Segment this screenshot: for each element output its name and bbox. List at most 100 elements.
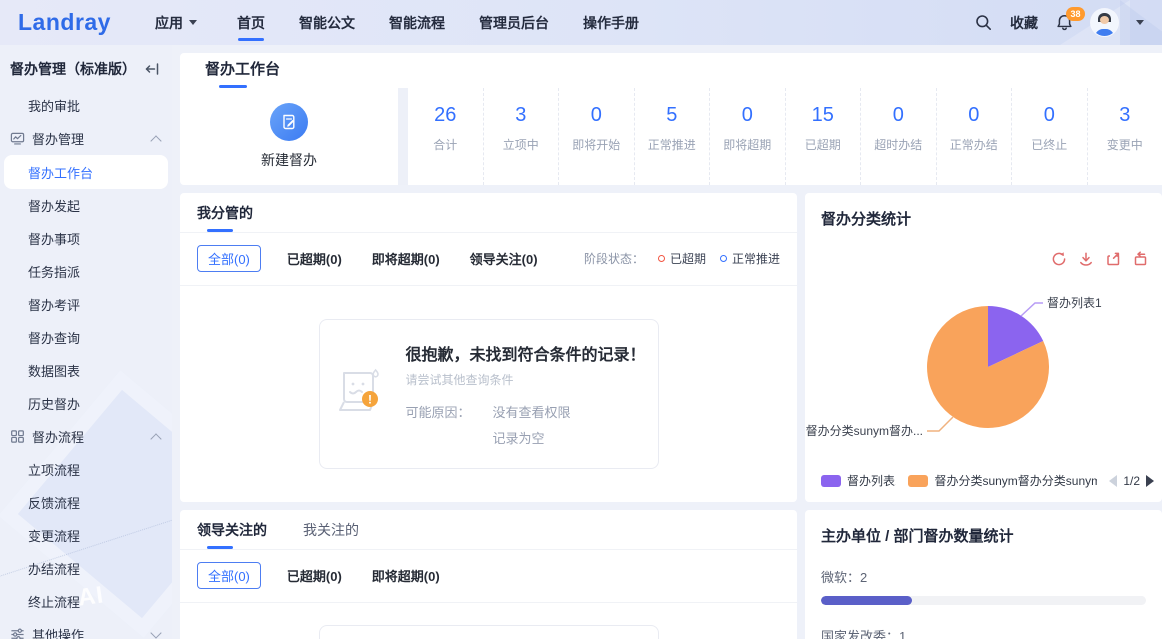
category-stats-card: 督办分类统计 <box>805 193 1162 502</box>
pager-prev-icon[interactable] <box>1109 475 1117 487</box>
my-managed-card: 我分管的 全部(0) 已超期(0) 即将超期(0) 领导关注(0) 阶段状态： … <box>180 193 797 502</box>
stat-label: 正常推进 <box>635 136 710 153</box>
nav-item-admin-console[interactable]: 管理员后台 <box>479 0 549 45</box>
svg-text:!: ! <box>368 393 372 407</box>
sidebar-item-supervision-workbench[interactable]: 督办工作台 <box>4 155 168 189</box>
org-stats-title: 主办单位 / 部门督办数量统计 <box>821 510 1146 546</box>
legend-label: 督办分类sunym督办分类sunym督办分类sunym <box>934 472 1097 489</box>
caret-down-icon[interactable] <box>1136 20 1144 25</box>
sidebar-item-data-charts[interactable]: 数据图表 <box>0 354 172 387</box>
stat-initiating[interactable]: 3立项中 <box>483 88 559 185</box>
stat-label: 变更中 <box>1088 136 1162 153</box>
notification-badge: 38 <box>1066 7 1085 21</box>
stat-late-finished[interactable]: 0超时办结 <box>860 88 936 185</box>
sidebar-item-label: 督办工作台 <box>28 163 93 182</box>
stat-total[interactable]: 26合计 <box>408 88 483 185</box>
tab-label: 我分管的 <box>197 203 253 223</box>
empty-title: 很抱歉，未找到符合条件的记录！ <box>406 341 646 365</box>
sidebar-item-label: 历史督办 <box>28 394 80 413</box>
legend-pager: 1/2 <box>1109 474 1154 488</box>
sidebar-item-feedback-flow[interactable]: 反馈流程 <box>0 486 172 519</box>
nav-item-home[interactable]: 首页 <box>237 0 265 45</box>
favorites-link[interactable]: 收藏 <box>1010 13 1038 33</box>
sidebar-group-other-actions[interactable]: 其他操作 <box>0 618 172 639</box>
tab-my-followed[interactable]: 我关注的 <box>303 510 359 549</box>
landray-logo[interactable]: Landray <box>18 9 111 36</box>
sidebar-title: 督办管理（标准版） <box>10 59 136 79</box>
filter-all[interactable]: 全部(0) <box>197 245 261 272</box>
nav-item-smart-flow[interactable]: 智能流程 <box>389 0 445 45</box>
filter-near-overdue[interactable]: 即将超期(0) <box>372 566 440 585</box>
bar-label: 微软：2 <box>821 567 1146 586</box>
stage-label-text: 正常推进 <box>732 250 780 267</box>
sidebar-item-supervision-review[interactable]: 督办考评 <box>0 288 172 321</box>
stat-label: 即将开始 <box>559 136 634 153</box>
nav-item-manual[interactable]: 操作手册 <box>583 0 639 45</box>
new-supervision-label: 新建督办 <box>261 150 317 170</box>
main-nav: 首页 智能公文 智能流程 管理员后台 操作手册 <box>237 0 639 45</box>
tab-my-managed[interactable]: 我分管的 <box>197 193 253 232</box>
bar-fill <box>821 596 912 605</box>
stat-label: 合计 <box>408 136 483 153</box>
sidebar-item-supervision-query[interactable]: 督办查询 <box>0 321 172 354</box>
filter-overdue[interactable]: 已超期(0) <box>287 566 342 585</box>
avatar-face <box>1100 16 1109 24</box>
bar-row-ndrc: 国家发改委：1 <box>821 626 1146 639</box>
main-content: 督办工作台 新建督办 26合计 3立项中 0即将开始 5正常推进 0即将超期 1… <box>172 45 1162 639</box>
stat-terminated[interactable]: 0已终止 <box>1011 88 1087 185</box>
stat-value: 0 <box>710 104 785 127</box>
stat-near-overdue[interactable]: 0即将超期 <box>709 88 785 185</box>
pager-next-icon[interactable] <box>1146 475 1154 487</box>
sidebar-group-supervision-flow[interactable]: 督办流程 <box>0 420 172 453</box>
legend-item-2[interactable]: 督办分类sunym督办分类sunym督办分类sunym <box>908 472 1097 489</box>
legend-swatch-orange <box>908 475 928 487</box>
stat-overdue[interactable]: 15已超期 <box>785 88 861 185</box>
stat-label: 已超期 <box>786 136 861 153</box>
top-navbar: Landray 应用 首页 智能公文 智能流程 管理员后台 操作手册 收藏 38 <box>0 0 1162 45</box>
workbench-panel: 督办工作台 新建督办 26合计 3立项中 0即将开始 5正常推进 0即将超期 1… <box>180 53 1162 185</box>
stat-on-track[interactable]: 5正常推进 <box>634 88 710 185</box>
stat-about-to-start[interactable]: 0即将开始 <box>558 88 634 185</box>
apps-menu-label: 应用 <box>155 13 183 33</box>
collapse-sidebar-icon[interactable] <box>144 61 160 77</box>
legend-item-1[interactable]: 督办列表1 <box>821 472 896 489</box>
sidebar-item-history[interactable]: 历史督办 <box>0 387 172 420</box>
sidebar: AI 督办管理（标准版） 我的审批 督办管理 督办工作台 督办发起 督办事项 任… <box>0 45 172 639</box>
sidebar-item-supervision-matters[interactable]: 督办事项 <box>0 222 172 255</box>
empty-reason-1: 没有查看权限 <box>493 402 571 421</box>
sidebar-item-task-assign[interactable]: 任务指派 <box>0 255 172 288</box>
sidebar-item-label: 督办事项 <box>28 229 80 248</box>
filter-leader-focus[interactable]: 领导关注(0) <box>470 249 538 268</box>
filter-all[interactable]: 全部(0) <box>197 562 261 589</box>
sidebar-item-terminate-flow[interactable]: 终止流程 <box>0 585 172 618</box>
blue-ring-icon <box>720 255 727 262</box>
filter-overdue[interactable]: 已超期(0) <box>287 249 342 268</box>
sidebar-item-project-flow[interactable]: 立项流程 <box>0 453 172 486</box>
sidebar-group-supervision-mgmt[interactable]: 督办管理 <box>0 122 172 155</box>
sidebar-item-finish-flow[interactable]: 办结流程 <box>0 552 172 585</box>
divider <box>398 88 408 185</box>
stage-status-label: 阶段状态： <box>584 250 644 267</box>
sidebar-item-change-flow[interactable]: 变更流程 <box>0 519 172 552</box>
apps-menu-button[interactable]: 应用 <box>155 13 197 33</box>
avatar[interactable] <box>1091 9 1118 36</box>
new-supervision-button[interactable]: 新建督办 <box>180 88 398 185</box>
empty-document-icon: ! <box>332 368 388 420</box>
sidebar-item-label: 督办查询 <box>28 328 80 347</box>
bar-track <box>821 596 1146 605</box>
stage-status-legend: 阶段状态： 已超期 正常推进 <box>584 250 780 267</box>
filter-near-overdue[interactable]: 即将超期(0) <box>372 249 440 268</box>
stat-finished[interactable]: 0正常办结 <box>936 88 1012 185</box>
notifications-button[interactable]: 38 <box>1056 14 1073 31</box>
sidebar-item-supervision-initiate[interactable]: 督办发起 <box>0 189 172 222</box>
stat-changing[interactable]: 3变更中 <box>1087 88 1162 185</box>
category-stats-title: 督办分类统计 <box>805 193 1162 229</box>
tab-leader-followed[interactable]: 领导关注的 <box>197 510 267 549</box>
nav-item-smart-docs[interactable]: 智能公文 <box>299 0 355 45</box>
search-icon[interactable] <box>975 14 992 31</box>
sidebar-item-my-approvals[interactable]: 我的审批 <box>0 89 172 122</box>
pager-page: 1/2 <box>1123 474 1140 488</box>
stat-label: 已终止 <box>1012 136 1087 153</box>
sidebar-group-label: 督办流程 <box>32 427 84 446</box>
page-title-tab[interactable]: 督办工作台 <box>205 58 280 88</box>
